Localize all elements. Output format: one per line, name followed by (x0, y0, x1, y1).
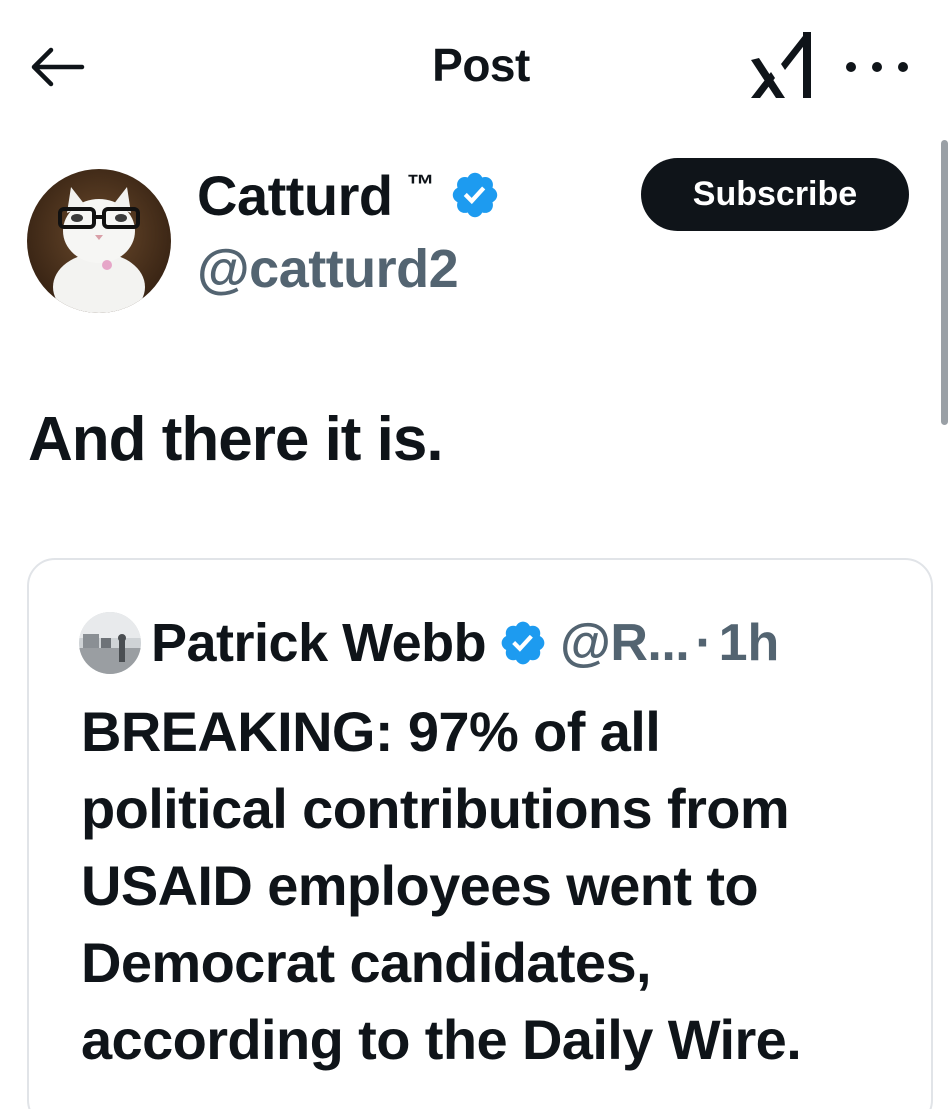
quoted-text-line: USAID employees went to (81, 854, 759, 917)
verified-badge-icon (501, 621, 545, 665)
more-options-button[interactable] (846, 52, 908, 82)
quoted-author-handle: @R... (560, 614, 690, 672)
quoted-post-text: BREAKING: 97% of all political contribut… (81, 693, 921, 1078)
verified-badge-icon (452, 172, 497, 218)
trademark-symbol: ™ (406, 169, 435, 200)
author-name-row[interactable]: Catturd ™ (197, 160, 501, 230)
scrollbar[interactable] (941, 140, 948, 425)
post-text: And there it is. (28, 405, 444, 474)
quoted-author-avatar (79, 612, 141, 674)
subscribe-button[interactable]: Subscribe (641, 158, 909, 231)
author-handle[interactable]: @catturd2 (197, 238, 459, 300)
quoted-post-header: Patrick Webb @R... · 1h (79, 610, 779, 676)
separator-dot: · (695, 614, 713, 672)
quoted-post-time: 1h (718, 614, 780, 672)
grok-button[interactable] (745, 30, 817, 102)
quoted-text-line: BREAKING: 97% of all (81, 700, 661, 763)
post-screen: Post Catturd ™ @catturd2 Subscribe And t… (0, 0, 948, 1109)
author-name: Catturd (197, 163, 393, 227)
quoted-author-name: Patrick Webb (151, 613, 487, 673)
quoted-text-line: according to the Daily Wire. (81, 1008, 802, 1071)
more-horizontal-icon (846, 62, 856, 72)
quoted-text-line: political contributions from (81, 777, 790, 840)
quoted-text-line: Democrat candidates, (81, 931, 652, 994)
author-avatar[interactable] (27, 169, 171, 313)
top-bar: Post (0, 0, 948, 135)
quoted-post-card[interactable]: Patrick Webb @R... · 1h BREAKING: 97% of… (27, 558, 933, 1109)
grok-logo-icon (751, 32, 811, 98)
